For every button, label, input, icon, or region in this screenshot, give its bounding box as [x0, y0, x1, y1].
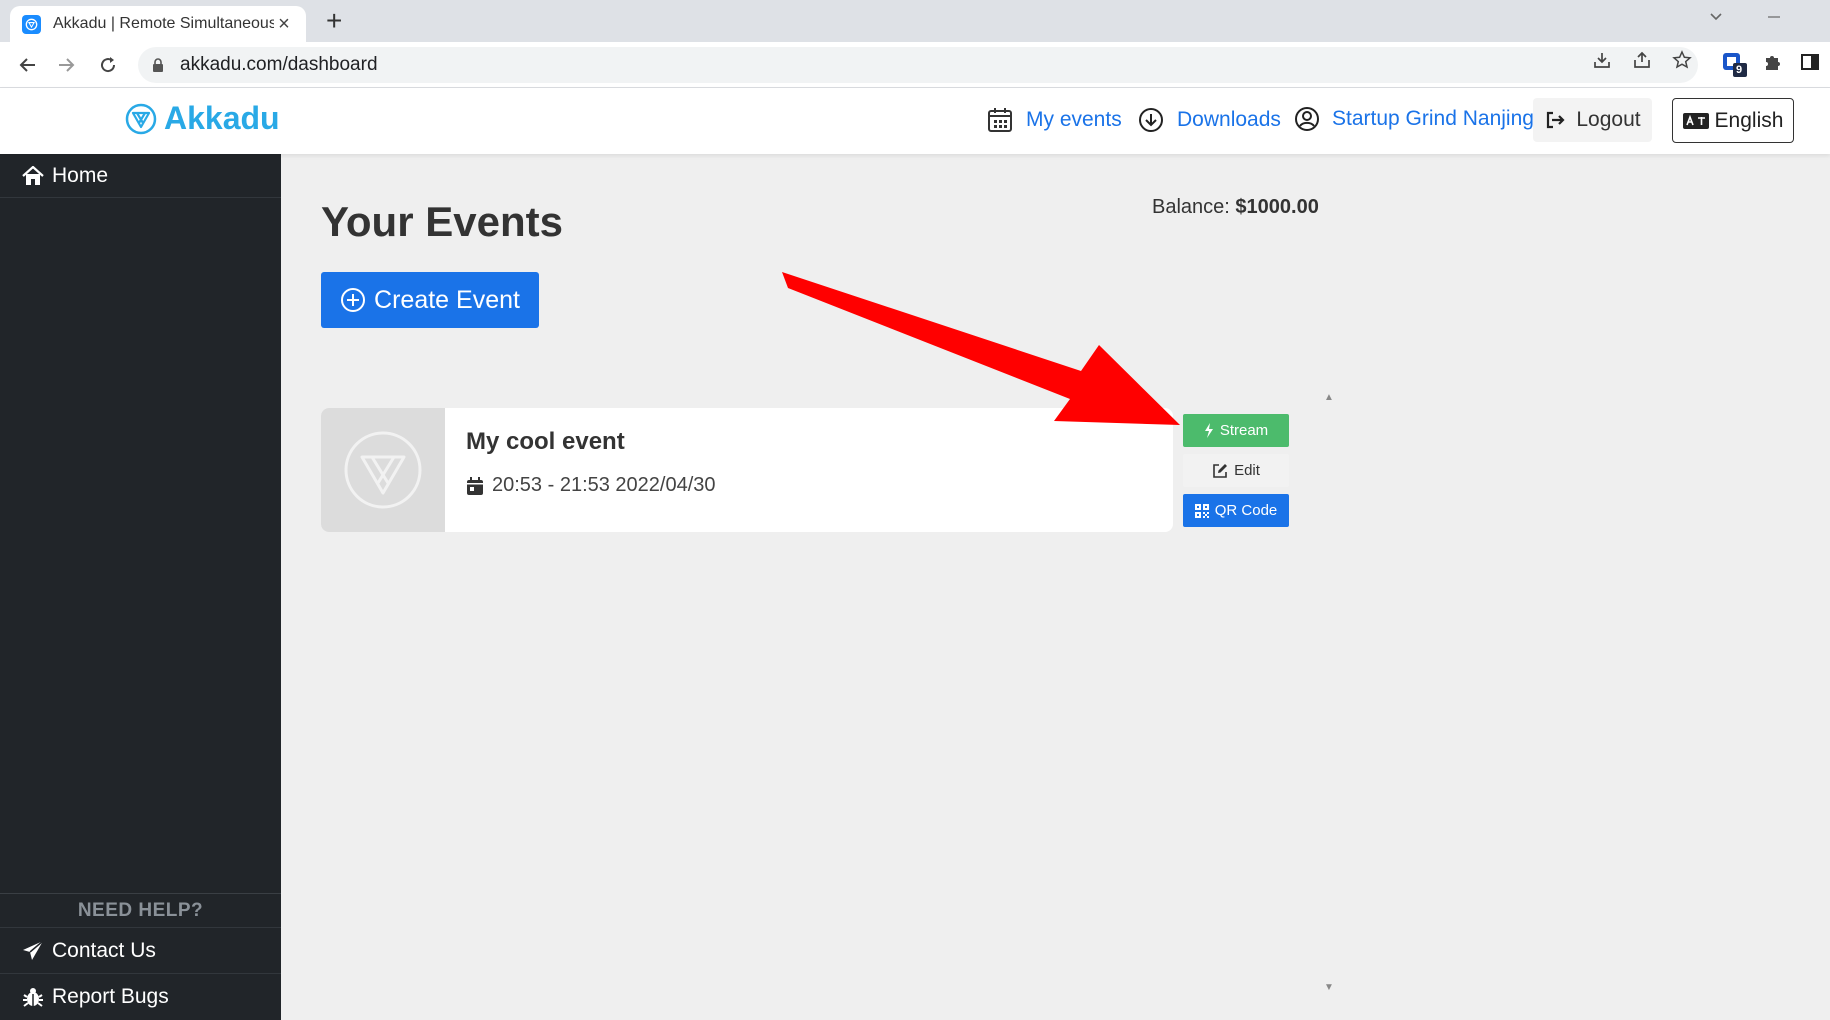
- install-app-icon[interactable]: [1590, 50, 1614, 76]
- stream-label: Stream: [1219, 422, 1269, 439]
- sidebar-item-report-bugs[interactable]: Report Bugs: [0, 974, 281, 1020]
- balance-value: $1000.00: [1235, 196, 1319, 218]
- sidebar-item-report-bugs-label: Report Bugs: [52, 985, 169, 1008]
- tab-title: Akkadu | Remote Simultaneous: [53, 15, 274, 32]
- qrcode-icon: [1194, 503, 1209, 518]
- browser-toolbar: akkadu.com/dashboard 9: [0, 42, 1830, 88]
- nav-downloads[interactable]: Downloads: [1137, 106, 1281, 134]
- akkadu-placeholder-logo-icon: [344, 431, 422, 509]
- nav-my-events[interactable]: My events: [986, 106, 1122, 134]
- nav-my-events-label: My events: [1026, 108, 1122, 131]
- nav-user-label: Startup Grind Nanjing: [1332, 107, 1534, 130]
- home-icon: [22, 165, 44, 185]
- share-icon[interactable]: [1630, 50, 1654, 76]
- sign-out-icon: [1547, 111, 1565, 129]
- forward-arrow-icon[interactable]: [52, 51, 80, 79]
- calendar-icon: [988, 108, 1012, 132]
- back-arrow-icon[interactable]: [14, 51, 42, 79]
- sidebar-item-home[interactable]: Home: [0, 154, 281, 198]
- calendar-small-icon: [467, 476, 483, 495]
- sidebar-item-contact-label: Contact Us: [52, 938, 156, 962]
- akkadu-favicon-icon: [22, 14, 41, 34]
- new-tab-button[interactable]: +: [326, 6, 342, 36]
- help-title: NEED HELP?: [0, 894, 281, 928]
- edit-label: Edit: [1234, 462, 1260, 479]
- tab-close-icon[interactable]: ×: [274, 13, 294, 36]
- create-event-button[interactable]: Create Event: [321, 272, 539, 328]
- user-circle-icon: [1295, 107, 1319, 131]
- event-time: 20:53 - 21:53 2022/04/30: [466, 474, 716, 497]
- language-selector-button[interactable]: English: [1672, 98, 1794, 143]
- language-icon: [1682, 112, 1709, 129]
- bookmark-star-icon[interactable]: [1670, 50, 1694, 76]
- browser-tab-bar: Akkadu | Remote Simultaneous × +: [0, 0, 1830, 42]
- logout-label: Logout: [1576, 108, 1641, 131]
- sidebar-item-contact[interactable]: Contact Us: [0, 928, 281, 974]
- scroll-down-arrow-icon[interactable]: ▼: [1324, 982, 1334, 993]
- side-panel-icon[interactable]: [1800, 52, 1824, 76]
- page-title: Your Events: [321, 198, 563, 245]
- bug-icon: [23, 988, 43, 1007]
- bolt-icon: [1204, 423, 1213, 438]
- event-name[interactable]: My cool event: [466, 428, 625, 456]
- address-bar[interactable]: akkadu.com/dashboard: [138, 47, 1698, 83]
- event-card[interactable]: My cool event 20:53 - 21:53 2022/04/30: [321, 408, 1173, 532]
- akkadu-logo-icon: [125, 103, 157, 134]
- tab-search-icon[interactable]: [1708, 8, 1724, 29]
- download-circle-icon: [1139, 108, 1163, 132]
- nav-downloads-label: Downloads: [1177, 108, 1281, 131]
- qr-code-label: QR Code: [1214, 502, 1278, 519]
- nav-user-account[interactable]: Startup Grind Nanjing: [1294, 106, 1534, 132]
- edit-button[interactable]: Edit: [1183, 454, 1289, 487]
- event-time-text: 20:53 - 21:53 2022/04/30: [492, 474, 716, 496]
- extension-badge-icon[interactable]: 9: [1722, 52, 1747, 77]
- brand-logo-link[interactable]: Akkadu: [124, 100, 280, 137]
- scroll-up-arrow-icon[interactable]: ▲: [1324, 392, 1334, 403]
- browser-tab[interactable]: Akkadu | Remote Simultaneous ×: [10, 6, 306, 42]
- help-section: NEED HELP? Contact Us Report Bugs: [0, 893, 281, 1020]
- lock-icon: [152, 58, 164, 72]
- sidebar-item-home-label: Home: [52, 163, 109, 187]
- qr-code-button[interactable]: QR Code: [1183, 494, 1289, 527]
- plus-circle-icon: [341, 288, 366, 312]
- logout-button[interactable]: Logout: [1533, 98, 1652, 142]
- brand-name: Akkadu: [164, 100, 280, 136]
- event-thumbnail: [321, 408, 445, 532]
- language-label: English: [1714, 108, 1784, 132]
- balance-display: Balance: $1000.00: [1152, 196, 1319, 219]
- app-header: Akkadu My events Downloads Startup Grind…: [0, 88, 1830, 154]
- reload-icon[interactable]: [94, 51, 122, 79]
- sidebar: Home NEED HELP? Contact Us Report Bugs: [0, 154, 281, 1020]
- paper-plane-icon: [23, 939, 44, 960]
- balance-label: Balance:: [1152, 196, 1230, 218]
- minimize-icon[interactable]: [1766, 8, 1782, 29]
- stream-button[interactable]: Stream: [1183, 414, 1289, 447]
- puzzle-extensions-icon[interactable]: [1762, 52, 1786, 76]
- create-event-label: Create Event: [374, 285, 520, 314]
- url-text: akkadu.com/dashboard: [180, 54, 378, 75]
- extension-badge-count: 9: [1736, 64, 1743, 76]
- edit-icon: [1213, 463, 1228, 478]
